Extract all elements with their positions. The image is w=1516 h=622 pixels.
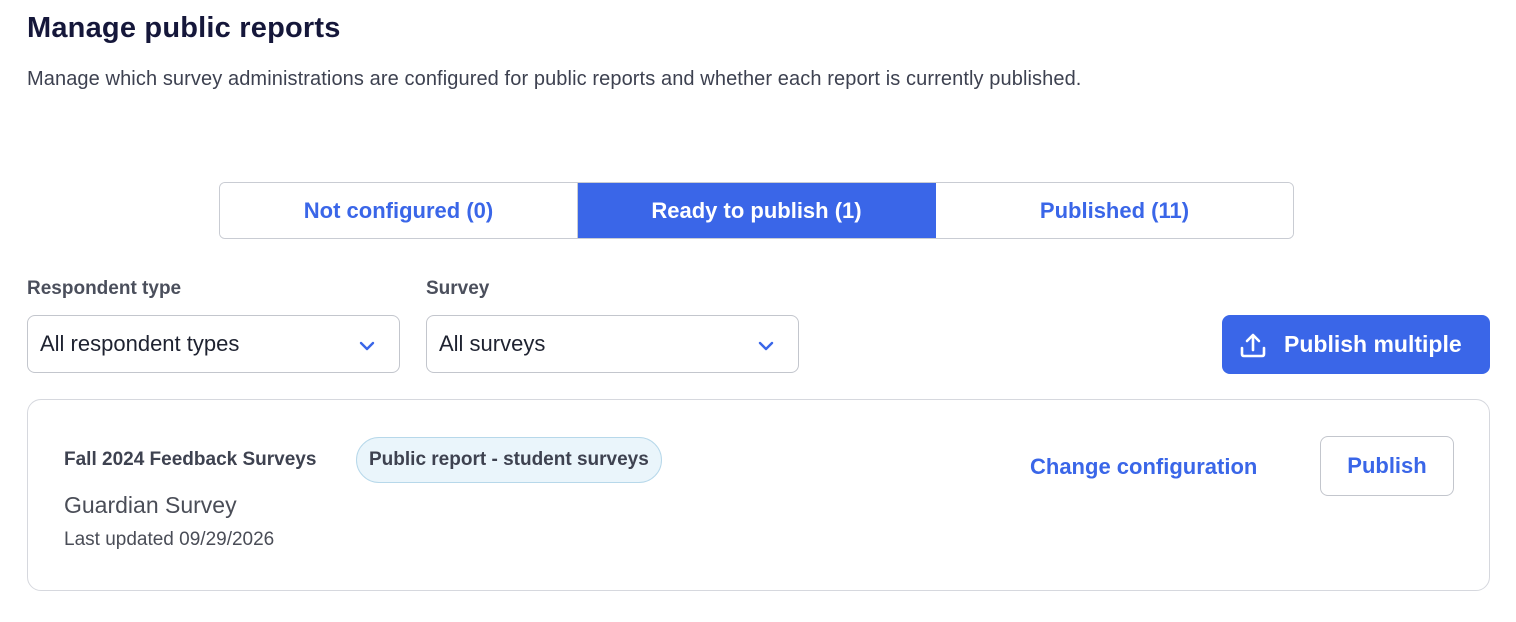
respondent-type-label: Respondent type bbox=[27, 278, 182, 299]
publish-multiple-label: Publish multiple bbox=[1284, 331, 1462, 357]
publish-button[interactable]: Publish bbox=[1320, 436, 1454, 496]
upload-icon bbox=[1240, 333, 1266, 357]
status-tabs: Not configured (0) Ready to publish (1) … bbox=[219, 182, 1294, 239]
public-report-badge: Public report - student surveys bbox=[356, 437, 662, 483]
report-card: Fall 2024 Feedback Surveys Public report… bbox=[27, 399, 1490, 591]
survey-select[interactable]: All surveys bbox=[426, 315, 799, 373]
last-updated-text: Last updated 09/29/2026 bbox=[64, 529, 275, 550]
manage-public-reports-page: Manage public reports Manage which surve… bbox=[0, 0, 1516, 622]
respondent-type-value: All respondent types bbox=[40, 331, 240, 356]
survey-name: Guardian Survey bbox=[64, 492, 237, 518]
survey-value: All surveys bbox=[439, 331, 546, 356]
page-description: Manage which survey administrations are … bbox=[27, 68, 1082, 90]
chevron-down-icon bbox=[359, 341, 375, 351]
change-configuration-link[interactable]: Change configuration bbox=[1030, 454, 1257, 480]
publish-multiple-button[interactable]: Publish multiple bbox=[1222, 315, 1490, 374]
administration-name: Fall 2024 Feedback Surveys bbox=[64, 449, 317, 470]
tab-published[interactable]: Published (11) bbox=[936, 183, 1293, 238]
chevron-down-icon bbox=[758, 341, 774, 351]
tab-ready-to-publish[interactable]: Ready to publish (1) bbox=[578, 183, 936, 238]
survey-label: Survey bbox=[426, 278, 490, 299]
respondent-type-select[interactable]: All respondent types bbox=[27, 315, 400, 373]
tab-not-configured[interactable]: Not configured (0) bbox=[220, 183, 578, 238]
page-title: Manage public reports bbox=[27, 12, 341, 44]
